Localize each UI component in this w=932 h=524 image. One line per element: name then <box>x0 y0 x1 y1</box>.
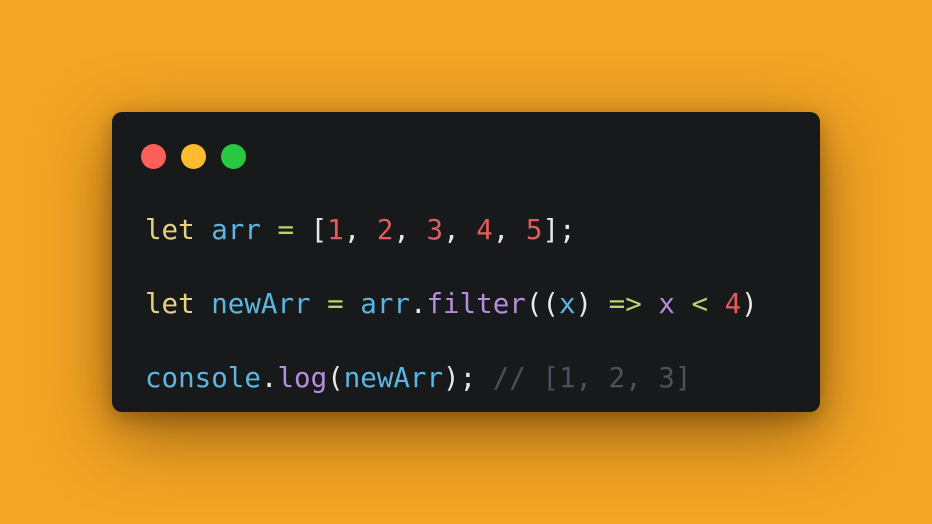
code-token: newArr <box>343 362 444 394</box>
code-token: 3 <box>426 214 444 246</box>
code-token: , <box>393 214 427 246</box>
code-token: < <box>691 288 709 320</box>
code-token: [ <box>294 214 328 246</box>
code-token: // [1, 2, 3] <box>492 362 692 394</box>
code-token: x <box>658 288 675 320</box>
code-token: console <box>145 362 261 394</box>
code-token: log <box>277 362 328 394</box>
code-token: let <box>145 288 195 320</box>
code-window: let arr = [1, 2, 3, 4, 5];​let newArr = … <box>112 112 820 412</box>
code-token: => <box>608 288 642 320</box>
code-token: (( <box>525 288 559 320</box>
minimize-button[interactable] <box>181 144 206 169</box>
code-token: 1 <box>327 214 344 246</box>
code-token: arr <box>360 288 410 320</box>
code-token: , <box>343 214 377 246</box>
blank-line: ​ <box>145 323 758 360</box>
code-token: ( <box>327 362 344 394</box>
code-token: newArr <box>211 288 311 320</box>
code-token: = <box>277 214 295 246</box>
code-token: . <box>409 288 427 320</box>
maximize-button[interactable] <box>221 144 246 169</box>
code-token: . <box>260 362 278 394</box>
code-token: filter <box>426 288 526 320</box>
close-button[interactable] <box>141 144 166 169</box>
code-token: 4 <box>724 288 742 320</box>
code-token: , <box>492 214 526 246</box>
code-token: ) <box>575 288 609 320</box>
code-token: 4 <box>476 214 493 246</box>
code-token: 2 <box>376 214 394 246</box>
code-block: let arr = [1, 2, 3, 4, 5];​let newArr = … <box>145 212 758 397</box>
code-line: let arr = [1, 2, 3, 4, 5]; <box>145 212 758 249</box>
code-token: arr <box>211 214 261 246</box>
code-line: console.log(newArr); // [1, 2, 3] <box>145 360 758 397</box>
code-token: x <box>558 288 576 320</box>
code-token: ]; <box>542 214 576 246</box>
blank-line: ​ <box>145 249 758 286</box>
code-token: ); <box>443 362 493 394</box>
code-token: 5 <box>525 214 543 246</box>
code-token: , <box>443 214 477 246</box>
window-controls <box>141 144 246 169</box>
code-line: let newArr = arr.filter((x) => x < 4) <box>145 286 758 323</box>
code-token: let <box>145 214 195 246</box>
code-token: ) <box>741 288 758 320</box>
code-token: = <box>327 288 344 320</box>
